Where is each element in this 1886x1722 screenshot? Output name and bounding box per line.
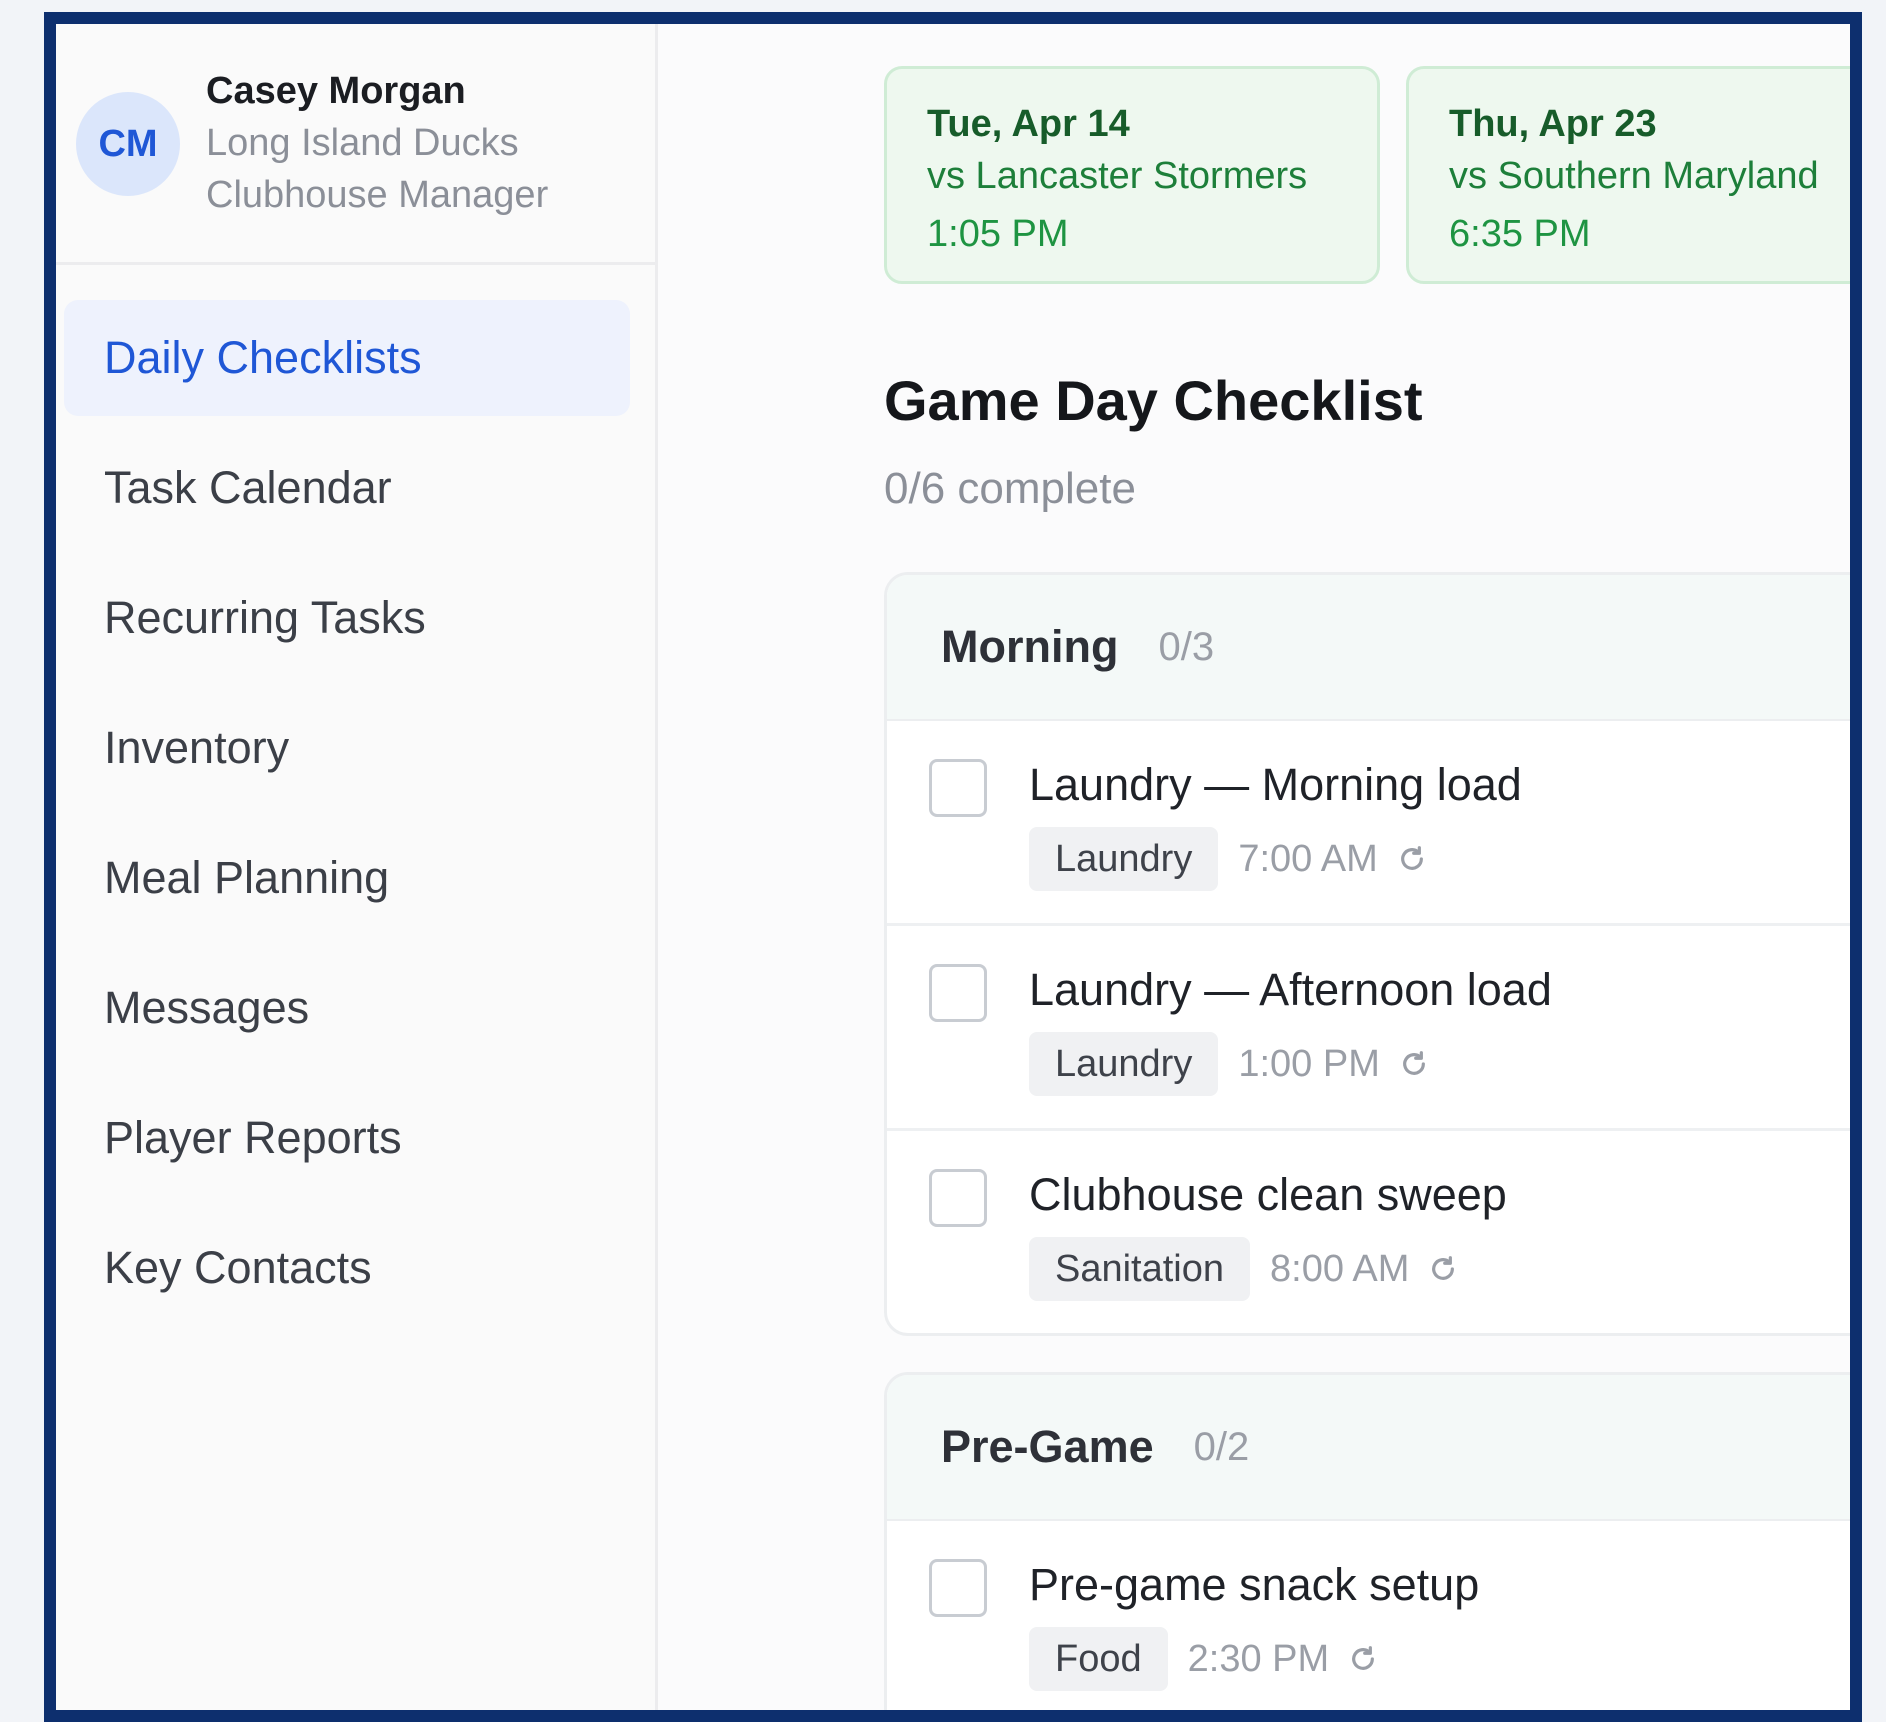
game-time: 6:35 PM (1449, 213, 1591, 255)
task-category-tag: Laundry (1029, 827, 1219, 891)
task-title: Pre-game snack setup (1029, 1559, 1480, 1610)
task-category-tag: Sanitation (1029, 1237, 1251, 1301)
task-item: Laundry — Morning load Laundry 7:00 AM (887, 721, 1850, 926)
task-title: Clubhouse clean sweep (1029, 1169, 1507, 1220)
checklist-section-pre-game: Pre-Game 0/2 Pre-game snack setup Food 2… (884, 1372, 1850, 1710)
avatar[interactable]: CM (76, 92, 180, 196)
sidebar-nav: Daily Checklists Task Calendar Recurring… (64, 300, 630, 1340)
repeat-icon (1432, 1256, 1455, 1280)
sidebar: CM Casey Morgan Long Island Ducks Clubho… (56, 24, 658, 1710)
game-opponent: vs Southern Maryland (1449, 155, 1819, 197)
game-date: Thu, Apr 23 (1449, 103, 1657, 145)
user-profile: CM Casey Morgan Long Island Ducks Clubho… (56, 24, 655, 265)
game-date: Tue, Apr 14 (927, 103, 1130, 145)
task-meta: Laundry 7:00 AM (1029, 827, 1428, 891)
task-meta: Laundry 1:00 PM (1029, 1032, 1430, 1096)
sidebar-item-task-calendar[interactable]: Task Calendar (64, 430, 630, 546)
game-time: 1:05 PM (927, 213, 1069, 255)
task-time: 2:30 PM (1187, 1637, 1330, 1680)
task-time: 8:00 AM (1270, 1247, 1410, 1290)
sidebar-item-daily-checklists[interactable]: Daily Checklists (64, 300, 630, 416)
task-checkbox[interactable] (929, 759, 987, 817)
sidebar-item-key-contacts[interactable]: Key Contacts (64, 1210, 630, 1326)
checklist-section-morning: Morning 0/3 Laundry — Morning load Laund… (884, 572, 1850, 1336)
repeat-icon (1400, 846, 1423, 870)
sidebar-item-recurring-tasks[interactable]: Recurring Tasks (64, 560, 630, 676)
checklist-progress: 0/6 complete (884, 464, 1136, 513)
game-opponent: vs Lancaster Stormers (927, 155, 1308, 197)
section-count: 0/2 (1193, 1424, 1250, 1469)
task-category-tag: Laundry (1029, 1032, 1219, 1096)
task-meta: Food 2:30 PM (1029, 1627, 1379, 1691)
task-category-tag: Food (1029, 1627, 1168, 1691)
task-title: Laundry — Afternoon load (1029, 964, 1552, 1015)
task-item: Pre-game snack setup Food 2:30 PM (887, 1521, 1850, 1710)
page-title: Game Day Checklist (884, 369, 1423, 432)
task-checkbox[interactable] (929, 1559, 987, 1617)
game-card[interactable]: Tue, Apr 14 vs Lancaster Stormers 1:05 P… (884, 66, 1380, 284)
section-count: 0/3 (1158, 624, 1215, 669)
user-role: Clubhouse Manager (206, 174, 549, 216)
task-checkbox[interactable] (929, 964, 987, 1022)
game-card[interactable]: Thu, Apr 23 vs Southern Maryland 6:35 PM (1406, 66, 1850, 284)
sidebar-item-messages[interactable]: Messages (64, 950, 630, 1066)
task-time: 1:00 PM (1238, 1042, 1380, 1085)
task-checkbox[interactable] (929, 1169, 987, 1227)
task-item: Clubhouse clean sweep Sanitation 8:00 AM (887, 1131, 1850, 1333)
sidebar-item-player-reports[interactable]: Player Reports (64, 1080, 630, 1196)
repeat-icon (1352, 1646, 1375, 1670)
section-title: Pre-Game (941, 1421, 1154, 1472)
sidebar-item-meal-planning[interactable]: Meal Planning (64, 820, 630, 936)
app-window: CM Casey Morgan Long Island Ducks Clubho… (56, 24, 1850, 1710)
section-header: Morning 0/3 (887, 575, 1850, 721)
task-title: Laundry — Morning load (1029, 759, 1522, 810)
task-time: 7:00 AM (1238, 837, 1378, 880)
task-meta: Sanitation 8:00 AM (1029, 1237, 1459, 1301)
section-title: Morning (941, 621, 1119, 672)
sidebar-item-inventory[interactable]: Inventory (64, 690, 630, 806)
main-content: Tue, Apr 14 vs Lancaster Stormers 1:05 P… (656, 24, 1850, 1710)
user-team: Long Island Ducks (206, 122, 519, 164)
task-item: Laundry — Afternoon load Laundry 1:00 PM (887, 926, 1850, 1131)
user-name: Casey Morgan (206, 70, 466, 112)
repeat-icon (1402, 1051, 1425, 1075)
section-header: Pre-Game 0/2 (887, 1375, 1850, 1521)
